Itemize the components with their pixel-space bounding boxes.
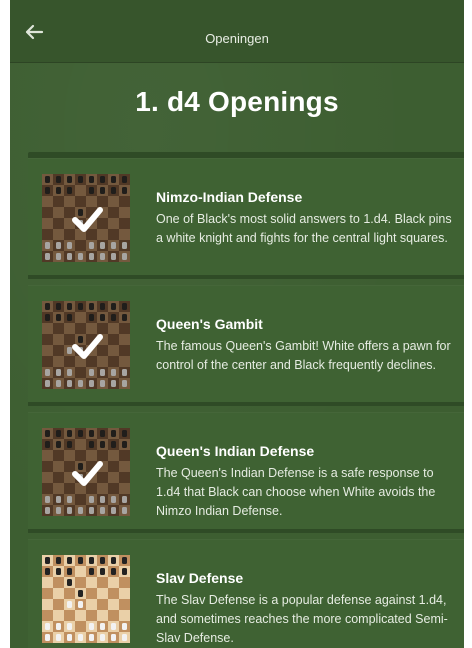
opening-card[interactable]: Slav Defense The Slav Defense is a popul… bbox=[28, 539, 464, 648]
chess-board-icon bbox=[42, 555, 130, 643]
opening-description: The Slav Defense is a popular defense ag… bbox=[156, 593, 448, 645]
opening-name: Nimzo-Indian Defense bbox=[156, 189, 303, 205]
board-thumbnail bbox=[42, 301, 130, 389]
opening-name: Slav Defense bbox=[156, 570, 244, 586]
opening-name: Queen's Indian Defense bbox=[156, 443, 315, 459]
opening-card[interactable]: Queen's Indian Defense The Queen's India… bbox=[28, 412, 464, 533]
app-screen: Openingen 1. d4 Openings Nimzo-Indian De… bbox=[10, 0, 464, 648]
chess-board-icon bbox=[42, 174, 130, 262]
openings-list: Nimzo-Indian Defense One of Black's most… bbox=[28, 152, 464, 648]
chess-board-icon bbox=[42, 301, 130, 389]
opening-card[interactable]: Nimzo-Indian Defense One of Black's most… bbox=[28, 158, 464, 279]
opening-description: The famous Queen's Gambit! White offers … bbox=[156, 339, 451, 372]
opening-name: Queen's Gambit bbox=[156, 316, 263, 332]
board-thumbnail bbox=[42, 555, 130, 643]
opening-description: One of Black's most solid answers to 1.d… bbox=[156, 212, 452, 245]
opening-card[interactable]: Queen's Gambit The famous Queen's Gambit… bbox=[28, 285, 464, 406]
board-thumbnail bbox=[42, 174, 130, 262]
page-title: 1. d4 Openings bbox=[135, 86, 339, 117]
chess-board-icon bbox=[42, 428, 130, 516]
top-bar: Openingen bbox=[10, 0, 464, 63]
board-thumbnail bbox=[42, 428, 130, 516]
opening-description: The Queen's Indian Defense is a safe res… bbox=[156, 466, 436, 518]
topbar-title: Openingen bbox=[205, 31, 269, 46]
